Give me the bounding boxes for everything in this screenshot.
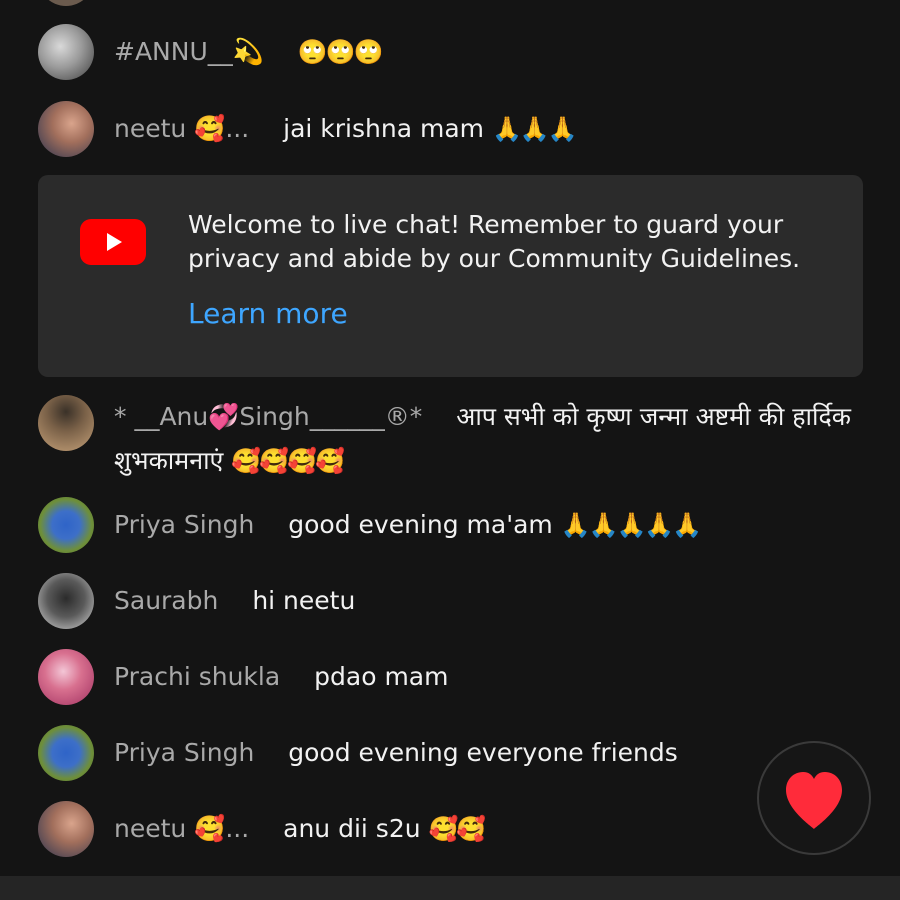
message-author[interactable]: Prachi shukla — [114, 662, 280, 691]
avatar[interactable] — [38, 649, 94, 705]
avatar[interactable] — [38, 101, 94, 157]
message-author[interactable]: * __Anu💞Singh______®* — [114, 402, 422, 431]
avatar[interactable] — [38, 801, 94, 857]
message-text: anu dii s2u — [283, 814, 421, 843]
heart-reaction-button[interactable] — [757, 741, 871, 855]
message-text: good evening everyone friends — [288, 738, 678, 767]
message-emoji: 🙏🙏🙏 — [491, 115, 578, 143]
message-author[interactable]: Saurabh — [114, 586, 218, 615]
message-author[interactable]: neetu 🥰... — [114, 814, 249, 843]
chat-message: Priya Singh good evening ma'am 🙏🙏🙏🙏🙏 — [0, 497, 900, 553]
welcome-message: Welcome to live chat! Remember to guard … — [188, 210, 801, 273]
avatar[interactable] — [38, 395, 94, 451]
chat-message: #ANNU__💫 🙄🙄🙄 — [0, 24, 900, 80]
message-text: jai krishna mam — [283, 114, 484, 143]
chat-message: Saurabh hi neetu — [0, 573, 900, 629]
message-emoji: 🥰🥰🥰🥰 — [231, 447, 345, 475]
avatar[interactable] — [38, 573, 94, 629]
bottom-bar — [0, 876, 900, 900]
avatar[interactable] — [38, 725, 94, 781]
message-emoji: 🥰🥰 — [428, 815, 487, 843]
message-author[interactable]: #ANNU__💫 — [114, 37, 264, 66]
message-author[interactable]: Priya Singh — [114, 510, 254, 539]
message-emoji: 🙏🙏🙏🙏🙏 — [560, 511, 702, 539]
avatar[interactable] — [38, 497, 94, 553]
live-chat-screen: #ANNU__💫 🙄🙄🙄 neetu 🥰... jai krishna mam … — [0, 0, 900, 900]
avatar[interactable] — [38, 24, 94, 80]
message-text: hi neetu — [252, 586, 356, 615]
learn-more-link[interactable]: Learn more — [188, 297, 348, 330]
chat-message: neetu 🥰... jai krishna mam 🙏🙏🙏 — [0, 101, 900, 157]
message-text: pdao mam — [314, 662, 449, 691]
youtube-logo-icon — [80, 219, 146, 265]
message-author[interactable]: neetu 🥰... — [114, 114, 249, 143]
message-author[interactable]: Priya Singh — [114, 738, 254, 767]
avatar-partial — [38, 0, 94, 6]
welcome-banner: Welcome to live chat! Remember to guard … — [38, 175, 863, 377]
message-emoji: 🙄🙄🙄 — [297, 38, 384, 66]
chat-message: Prachi shukla pdao mam — [0, 649, 900, 705]
heart-icon — [786, 772, 842, 829]
message-text: good evening ma'am — [288, 510, 553, 539]
chat-message: * __Anu💞Singh______®* आप सभी को कृष्ण जन… — [0, 395, 900, 483]
